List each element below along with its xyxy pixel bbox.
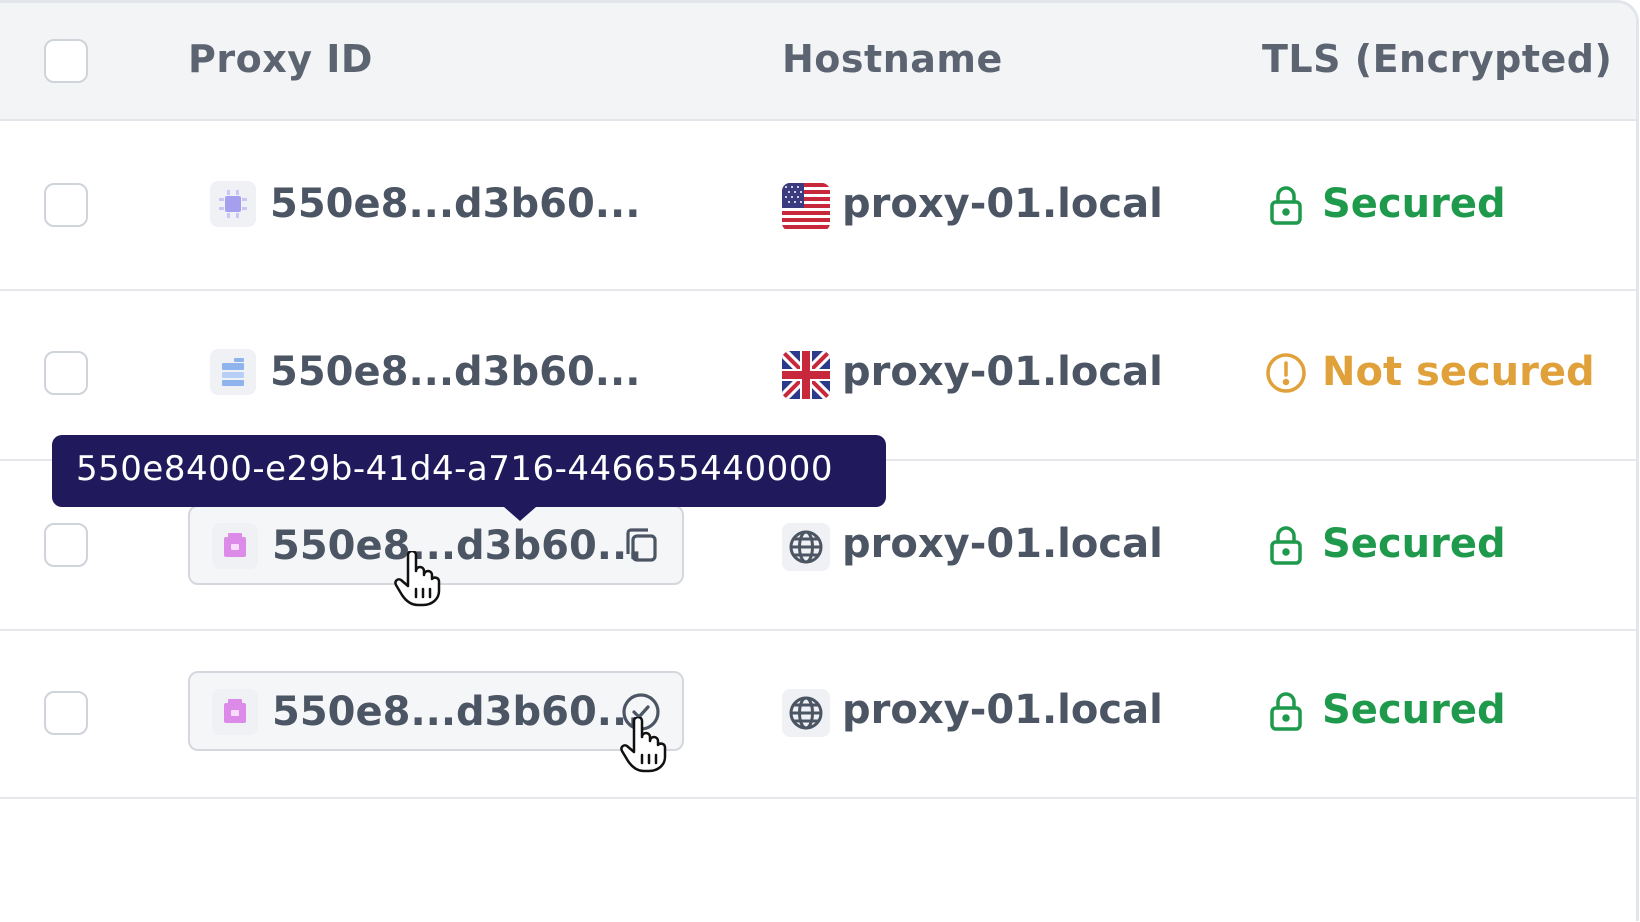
server-icon: [210, 349, 256, 395]
uk-flag-icon: [782, 351, 830, 399]
column-header-hostname[interactable]: Hostname: [782, 37, 1003, 81]
tls-status-text: Not secured: [1322, 349, 1595, 395]
column-header-proxy-id[interactable]: Proxy ID: [188, 37, 373, 81]
hostname-text: proxy-01.local: [842, 687, 1163, 733]
hostname-text: proxy-01.local: [842, 181, 1163, 227]
proxy-id-tooltip: 550e8400-e29b-41d4-a716-446655440000: [52, 435, 886, 521]
alert-circle-icon: [1264, 351, 1308, 395]
proxy-id-cell[interactable]: 550e8...d3b60...: [188, 671, 684, 751]
tls-status-text: Secured: [1322, 521, 1506, 567]
row-checkbox[interactable]: [44, 351, 88, 395]
tooltip-text: 550e8400-e29b-41d4-a716-446655440000: [76, 449, 833, 489]
proxy-id-cell[interactable]: 550e8...d3b60...: [188, 165, 684, 245]
proxy-table: Proxy ID Hostname TLS (Encrypted) 550e8.…: [0, 0, 1639, 921]
row-checkbox[interactable]: [44, 691, 88, 735]
row-checkbox[interactable]: [44, 183, 88, 227]
lock-icon: [1264, 523, 1308, 567]
us-flag-icon: [782, 183, 830, 231]
proxy-id-text: 550e8...d3b60...: [272, 523, 643, 569]
column-header-tls[interactable]: TLS (Encrypted): [1262, 37, 1612, 81]
hostname-text: proxy-01.local: [842, 521, 1163, 567]
package-icon: [212, 689, 258, 735]
table-row[interactable]: 550e8...d3b60... proxy-01.local Secured: [0, 121, 1636, 291]
proxy-id-cell[interactable]: 550e8...d3b60...: [188, 505, 684, 585]
select-all-checkbox[interactable]: [44, 39, 88, 83]
table-header: Proxy ID Hostname TLS (Encrypted): [0, 3, 1636, 121]
lock-icon: [1264, 183, 1308, 227]
chip-icon: [210, 181, 256, 227]
proxy-id-text: 550e8...d3b60...: [270, 181, 641, 227]
globe-icon: [782, 689, 830, 737]
check-circle-icon[interactable]: [618, 689, 664, 735]
proxy-id-text: 550e8...d3b60...: [272, 689, 643, 735]
hostname-text: proxy-01.local: [842, 349, 1163, 395]
globe-icon: [782, 523, 830, 571]
tls-status-text: Secured: [1322, 181, 1506, 227]
tooltip-arrow: [504, 507, 536, 521]
package-icon: [212, 523, 258, 569]
proxy-id-text: 550e8...d3b60...: [270, 349, 641, 395]
row-checkbox[interactable]: [44, 523, 88, 567]
table-row[interactable]: 550e8...d3b60... proxy-01.local Secured: [0, 629, 1636, 799]
tls-status-text: Secured: [1322, 687, 1506, 733]
lock-icon: [1264, 689, 1308, 733]
copy-icon[interactable]: [618, 523, 664, 569]
proxy-id-cell[interactable]: 550e8...d3b60...: [188, 333, 684, 413]
